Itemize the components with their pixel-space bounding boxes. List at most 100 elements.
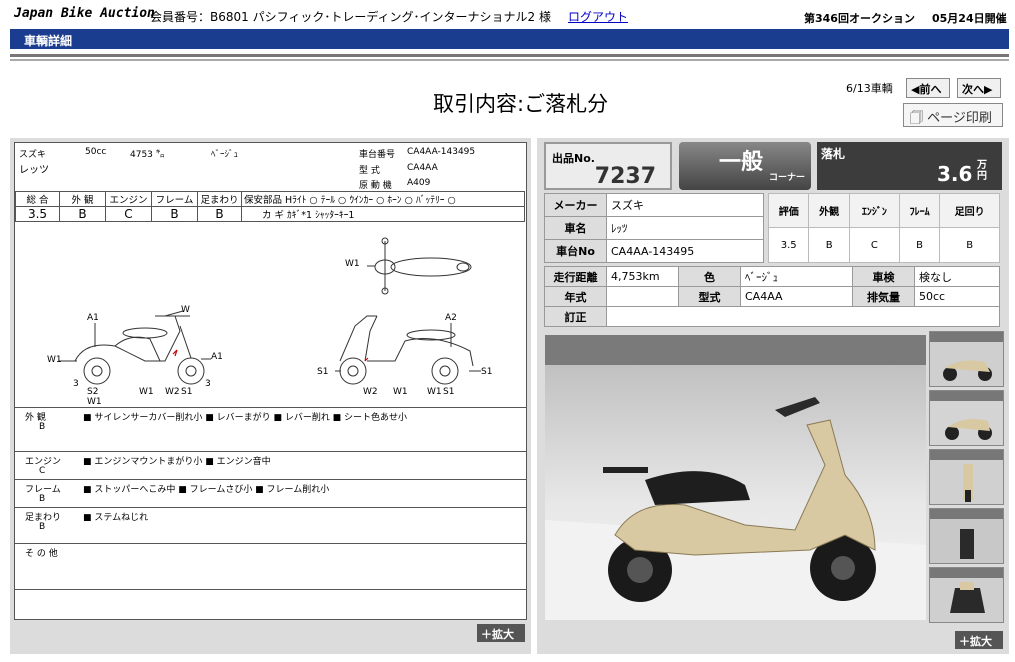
grade-header: ﾌﾚｰﾑ (898, 193, 941, 228)
section-exterior: 外 観 B ■ サイレンサーカバー削れ小 ■ レバーまがり ■ レバー削れ ■ … (15, 407, 526, 451)
spec-label: 訂正 (544, 306, 607, 327)
logout-link[interactable]: ログアウト (568, 8, 628, 25)
price-box: 落札 3.6 万円 (817, 142, 1002, 190)
damage-label: W2 (363, 387, 378, 397)
vehicle-panel: 出品No. 7237 一般 コーナー 落札 3.6 万円 メーカー スズキ 車名ﾚ… (537, 138, 1009, 654)
sheet-type: CA4AA (407, 163, 438, 173)
thumb-image (930, 450, 1003, 504)
grade-header: 足回り (939, 193, 1000, 228)
spec-value (606, 306, 1000, 327)
grade-header: 外 観 (59, 191, 106, 207)
grade-header: 評価 (767, 193, 810, 228)
damage-label: 3 (205, 379, 211, 389)
lot-label: 出品No. (552, 152, 595, 165)
inspection-panel: スズキ 50cc 4753 ㌔ ﾍﾞｰｼﾞｭ レッツ 車台番号 CA4AA-14… (10, 138, 531, 654)
enlarge-photo-button[interactable]: ＋拡大 (955, 631, 1003, 649)
auction-number: 第346回オークション (804, 12, 915, 25)
thumb-image (930, 509, 1003, 563)
grade-value: 3.5 (15, 206, 60, 222)
damage-label: W (181, 305, 190, 315)
photo-thumb[interactable] (929, 508, 1004, 564)
damage-label: W1 (393, 387, 408, 397)
lot-box: 出品No. 7237 (544, 142, 672, 190)
damage-label: W1 (427, 387, 442, 397)
damage-label: W1 (345, 259, 360, 269)
spec-label: 型式 (678, 286, 741, 307)
thumb-image (930, 391, 1003, 445)
section-bar: 車輌詳細 (10, 29, 1009, 49)
grade-value: B (197, 206, 242, 222)
spec-label: 車台No (544, 239, 607, 263)
damage-label: A1 (211, 352, 223, 362)
grade-header: ｴﾝｼﾞﾝ (848, 193, 900, 228)
grade-value: B (59, 206, 106, 222)
section-other: そ の 他 (15, 543, 526, 589)
sheet-cc: 50cc (85, 147, 107, 157)
section-grade: B (39, 494, 46, 504)
section-items: ■ ステムねじれ (83, 513, 149, 523)
vehicle-count: 6/13車輌 (846, 82, 893, 95)
grade-value: B (939, 227, 1000, 263)
print-label: ページ印刷 (927, 111, 992, 126)
lot-number: 7237 (594, 164, 656, 189)
damage-label: W1 (139, 387, 154, 397)
grade-grid: 評価 外観 ｴﾝｼﾞﾝ ﾌﾚｰﾑ 足回り 3.5 B C B B (767, 193, 1000, 263)
member-info: 会員番号：B6801 パシフィック･トレーディング･インターナショナル2 様 (150, 10, 551, 24)
damage-label: S1 (181, 387, 193, 397)
price-label: 落札 (821, 147, 846, 161)
page-title: 取引内容:ご落札分 (433, 92, 609, 116)
prev-button[interactable]: ◀前へ (906, 78, 950, 98)
grade-value: B (898, 227, 941, 263)
grade-header: 足まわり (197, 191, 242, 207)
enlarge-sheet-button[interactable]: ＋拡大 (477, 624, 525, 642)
site-logo[interactable]: Japan Bike Auction (14, 6, 155, 21)
page-icon: 🗍 (910, 111, 928, 126)
photo-thumb[interactable] (929, 449, 1004, 505)
spec-value: ﾚｯﾂ (606, 216, 764, 240)
corner-name: 一般 (719, 150, 764, 175)
spec-value: 検なし (914, 266, 1000, 287)
spec-label: 色 (678, 266, 741, 287)
grade-value: 3.5 (767, 227, 810, 263)
damage-label: A2 (445, 313, 457, 323)
sheet-frame-label: 車台番号 (359, 150, 396, 160)
grade-value: C (848, 227, 900, 263)
section-items: ■ エンジンマウントまがり小 ■ エンジン音中 (83, 457, 271, 467)
sheet-km: 4753 ㌔ (130, 150, 165, 160)
damage-label: W1 (87, 397, 102, 407)
sheet-engine-label: 原 動 機 (359, 181, 392, 191)
inspection-sheet: スズキ 50cc 4753 ㌔ ﾍﾞｰｼﾞｭ レッツ 車台番号 CA4AA-14… (14, 142, 527, 620)
parts-header: 保安部品 Hﾗｲﾄ ○ ﾃｰﾙ ○ ｳｲﾝｶｰ ○ ﾎｰﾝ ○ ﾊﾞｯﾃﾘｰ ○ (241, 191, 525, 207)
next-button[interactable]: 次へ▶ (957, 78, 1001, 98)
damage-label: A1 (87, 313, 99, 323)
damage-label: S1 (317, 367, 329, 377)
basic-spec-table: メーカー スズキ 車名 ﾚｯﾂ 車台No CA4AA-143495 (544, 193, 764, 263)
thumb-image (930, 332, 1003, 386)
divider (10, 54, 1009, 57)
detail-spec-table: 走行距離 4,753km 色 ﾍﾞｰｼﾞｭ 車検 検なし 年式 型式 CA4AA… (544, 266, 1000, 327)
damage-label: W2 (165, 387, 180, 397)
price-unit: 万円 (977, 160, 987, 182)
section-blank (15, 589, 526, 619)
spec-label: 走行距離 (544, 266, 607, 287)
section-items: ■ サイレンサーカバー削れ小 ■ レバーまがり ■ レバー削れ ■ シート色あせ… (83, 413, 408, 423)
section-grade: B (39, 522, 46, 532)
keys-info: カ ギ ｶｷﾞ*1 ｼｬｯﾀｰｷｰ1 (241, 206, 525, 222)
spec-label: 年式 (544, 286, 607, 307)
section-items: ■ ストッパーへこみ中 ■ フレームさび小 ■ フレーム削れ小 (83, 485, 330, 495)
photo-thumb[interactable] (929, 567, 1004, 623)
spec-label: 車名 (544, 216, 607, 240)
spec-label: 排気量 (852, 286, 915, 307)
spec-value: CA4AA-143495 (606, 239, 764, 263)
sheet-model-name: レッツ (19, 165, 49, 176)
photo-thumb[interactable] (929, 331, 1004, 387)
section-frame: フレーム B ■ ストッパーへこみ中 ■ フレームさび小 ■ フレーム削れ小 (15, 479, 526, 507)
scooter-photo (545, 335, 926, 620)
spec-value: CA4AA (740, 286, 853, 307)
thumb-image (930, 568, 1003, 622)
photo-thumb[interactable] (929, 390, 1004, 446)
print-button[interactable]: 🗍 ページ印刷 (903, 103, 1003, 127)
damage-label: S1 (443, 387, 455, 397)
main-photo[interactable] (545, 335, 926, 620)
top-header: Japan Bike Auction 会員番号：B6801 パシフィック･トレー… (0, 0, 1015, 28)
